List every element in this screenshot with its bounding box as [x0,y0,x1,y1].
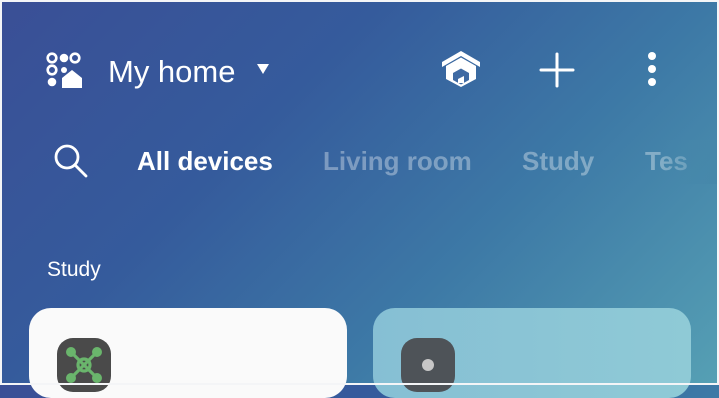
house-3d-icon[interactable] [440,49,482,89]
device-dot-icon [401,338,455,392]
hub-network-icon [57,338,111,392]
top-bar: My home [0,0,719,140]
more-vertical-icon[interactable] [644,51,660,87]
qr-home-icon[interactable] [45,51,83,89]
plus-icon[interactable] [539,52,575,88]
section-title-study: Study [47,258,101,281]
tab-living-room[interactable]: Living room [323,145,472,177]
tab-study[interactable]: Study [522,145,594,177]
tab-all-devices[interactable]: All devices [137,145,273,177]
home-name[interactable]: My home [108,52,235,92]
tabs-fade-overlay [659,140,719,184]
room-tabs: All devices Living room Study Tes [0,140,719,184]
search-icon[interactable] [53,143,89,179]
caret-down-icon[interactable] [257,64,269,74]
